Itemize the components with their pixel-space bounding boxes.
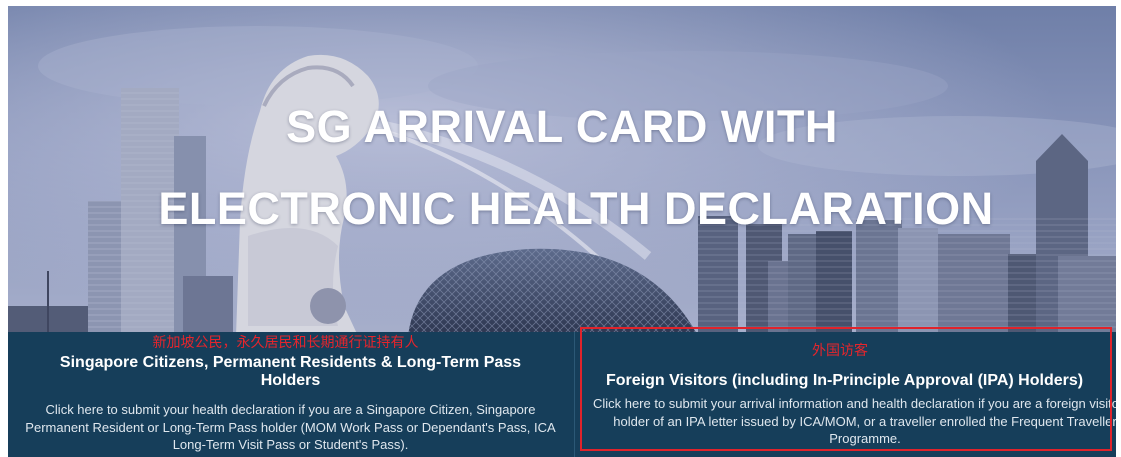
visitors-description: Click here to submit your arrival inform… bbox=[592, 396, 1116, 446]
residents-option-card[interactable]: 新加坡公民，永久居民和长期通行证持有人 Singapore Citizens, … bbox=[8, 332, 573, 457]
skyline-illustration bbox=[8, 6, 1116, 336]
declaration-options: 新加坡公民，永久居民和长期通行证持有人 Singapore Citizens, … bbox=[8, 332, 1116, 457]
hero-banner: SG ARRIVAL CARD WITH ELECTRONIC HEALTH D… bbox=[8, 6, 1116, 336]
visitors-option-card[interactable]: 外国访客 Foreign Visitors (including In-Prin… bbox=[574, 332, 1116, 457]
residents-heading[interactable]: Singapore Citizens, Permanent Residents … bbox=[8, 354, 573, 390]
visitors-heading[interactable]: Foreign Visitors (including In-Principle… bbox=[575, 372, 1116, 390]
page-frame: SG ARRIVAL CARD WITH ELECTRONIC HEALTH D… bbox=[8, 6, 1116, 457]
hero-title-line-1: SG ARRIVAL CARD WITH bbox=[286, 101, 838, 152]
hero-title-line-2: ELECTRONIC HEALTH DECLARATION bbox=[158, 183, 994, 234]
residents-description: Click here to submit your health declara… bbox=[25, 402, 556, 452]
visitors-chinese-label: 外国访客 bbox=[812, 343, 868, 359]
residents-chinese-label: 新加坡公民，永久居民和长期通行证持有人 bbox=[152, 335, 419, 351]
